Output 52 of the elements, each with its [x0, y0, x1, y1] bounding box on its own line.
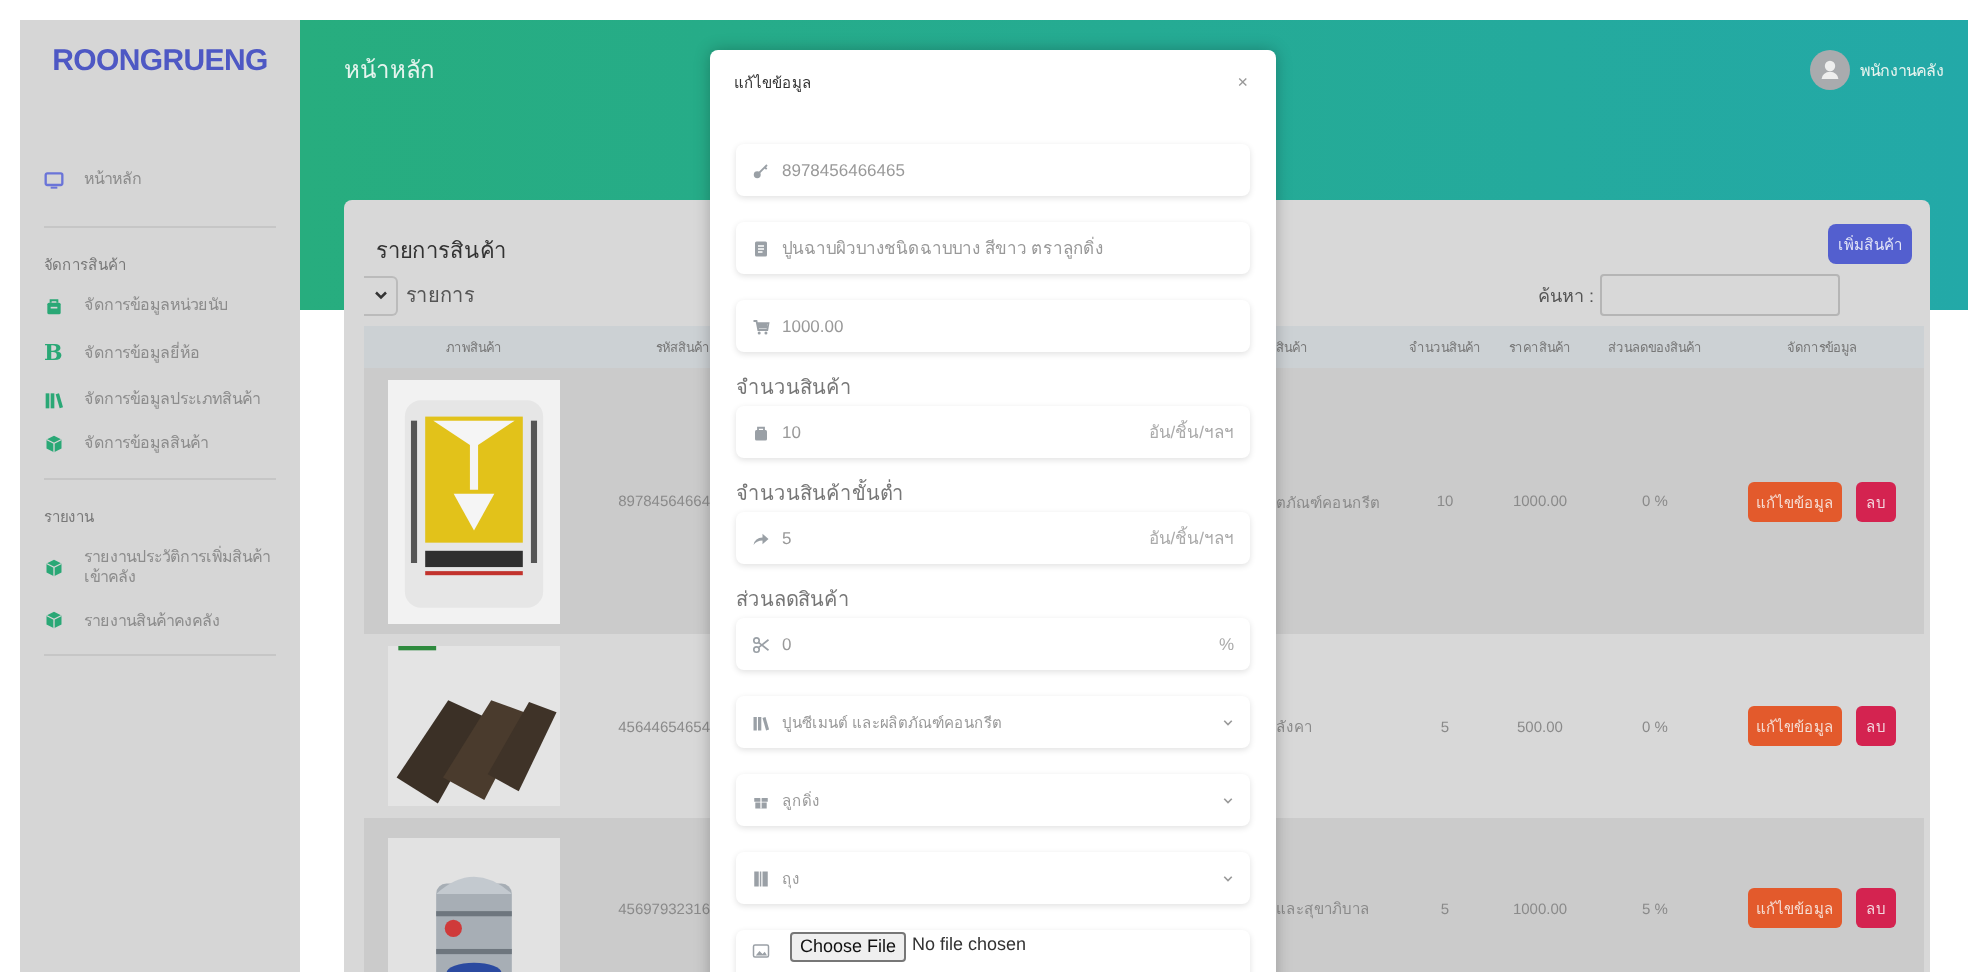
cube-icon	[44, 434, 64, 455]
file-field[interactable]: Choose File No file chosen	[736, 930, 1250, 972]
sidebar-item[interactable]: จัดการข้อมูลหน่วยนับ	[44, 284, 276, 328]
input-field[interactable]: 1000.00	[736, 300, 1250, 352]
image-icon	[752, 942, 770, 960]
page-size-label: รายการ	[406, 284, 474, 310]
letter-icon: B	[44, 340, 64, 367]
input-field[interactable]: 8978456466465	[736, 144, 1250, 196]
user-name[interactable]: พนักงานคลัง	[1860, 57, 1944, 83]
file-status: No file chosen	[912, 932, 1027, 958]
page-title: หน้าหลัก	[344, 54, 434, 88]
field-label: จำนวนสินค้า	[736, 378, 854, 402]
logo[interactable]: ROONGRUENG	[44, 44, 276, 78]
arrow-icon	[752, 529, 770, 547]
caret-icon	[373, 290, 387, 300]
sidebar-item[interactable]: รายงานสินค้าคงคลัง	[44, 598, 276, 643]
card-title: รายการสินค้า	[376, 238, 506, 268]
cube-icon	[44, 610, 64, 631]
unit-label: อัน/ชิ้น/ฯลฯ	[1148, 524, 1234, 552]
field-label: จำนวนสินค้าขั้นต่ำ	[736, 484, 1250, 508]
input-field[interactable]: 0 %	[736, 618, 1250, 670]
choose-file-button[interactable]: Choose File	[790, 932, 907, 962]
chevron-icon	[1222, 717, 1234, 727]
search-field[interactable]	[1600, 274, 1840, 316]
sidebar-item[interactable]: B จัดการข้อมูลยี่ห้อ	[44, 328, 276, 379]
chevron-icon	[1222, 795, 1234, 805]
monitor-icon	[44, 170, 64, 190]
sidebar-item[interactable]: หน้าหลัก	[44, 158, 276, 202]
document-icon	[752, 239, 770, 257]
unit-label: %	[1218, 634, 1234, 654]
scissors-icon	[752, 635, 770, 653]
input-field[interactable]: 5 อัน/ชิ้น/ฯลฯ	[736, 512, 1250, 564]
page-size-select[interactable]	[364, 275, 398, 315]
chevron-icon	[1222, 873, 1234, 883]
key-icon	[752, 161, 770, 179]
cart-icon	[752, 317, 770, 335]
books-icon	[44, 390, 64, 411]
cube-icon	[44, 557, 64, 578]
close-button[interactable]: ×	[1237, 72, 1248, 92]
avatar-icon[interactable]	[1810, 50, 1850, 90]
sidebar-item[interactable]: จัดการข้อมูลสินค้า	[44, 422, 276, 467]
sidebar-item[interactable]: รายงานประวัติการเพิ่มสินค้าเข้าคลัง	[44, 536, 276, 599]
input-field[interactable]: 10 อัน/ชิ้น/ฯลฯ	[736, 406, 1250, 458]
bag-icon	[752, 423, 770, 441]
bag-icon	[44, 296, 64, 316]
sidebar-item[interactable]: จัดการข้อมูลประเภทสินค้า	[44, 378, 276, 423]
unit-label: อัน/ชิ้น/ฯลฯ	[1148, 418, 1234, 446]
columns-icon	[752, 869, 770, 887]
books-icon	[752, 713, 770, 731]
search-label: ค้นหา :	[1537, 283, 1594, 309]
field-label: ส่วนลดสินค้า	[736, 590, 852, 614]
input-field[interactable]: ปูนฉาบผิวบางชนิดฉาบบาง สีขาว ตราลูกดิ่ง	[736, 222, 1250, 274]
